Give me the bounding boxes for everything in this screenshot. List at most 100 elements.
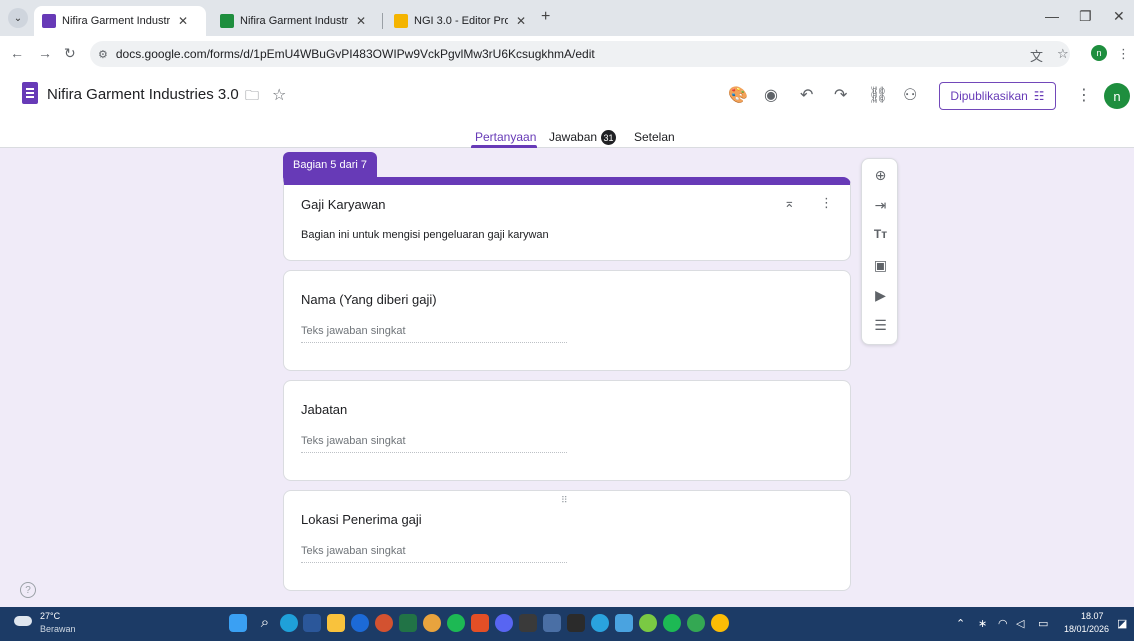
mail-icon[interactable]	[351, 614, 369, 632]
chrome-active-icon[interactable]	[711, 614, 729, 632]
drag-handle-icon[interactable]: ⠿	[561, 495, 569, 506]
wifi-icon[interactable]: ◠	[998, 617, 1008, 630]
windows-taskbar: 27°C Berawan ⌕ ⌃ ∗ ◠ ◁ ▭ 18.07 18/01/202…	[0, 607, 1134, 641]
edge-icon[interactable]	[280, 614, 298, 632]
telegram-icon[interactable]	[591, 614, 609, 632]
battery-icon[interactable]: ▭	[1038, 617, 1048, 630]
url-text: docs.google.com/forms/d/1pEmU4WBuGvPI483…	[115, 47, 595, 61]
file-explorer-icon[interactable]	[327, 614, 345, 632]
forward-icon[interactable]: →	[38, 45, 52, 61]
add-title-icon[interactable]: Tт	[862, 227, 899, 241]
browser-tab-sheets[interactable]: Nifira Garment Industries 3.0 - ✕	[212, 6, 380, 36]
link-icon[interactable]: ⛓	[868, 85, 888, 105]
browser-toolbar: ← → ↻ ⚙ docs.google.com/forms/d/1pEmU4WB…	[0, 36, 1134, 72]
add-question-icon[interactable]: ⊕	[862, 167, 899, 184]
close-tab-icon[interactable]: ✕	[178, 14, 188, 28]
search-icon[interactable]: ⌕	[256, 614, 274, 632]
form-title[interactable]: Nifira Garment Industries 3.0	[47, 86, 239, 103]
google-forms-favicon-icon	[42, 14, 56, 28]
responses-count-badge: 31	[601, 130, 617, 146]
start-icon[interactable]	[229, 614, 247, 632]
floating-toolbar: ⊕ ⇥ Tт ▣ ▶ ☰	[861, 158, 898, 345]
back-icon[interactable]: ←	[10, 45, 24, 61]
app-icon[interactable]	[471, 614, 489, 632]
spotify-icon[interactable]	[447, 614, 465, 632]
section-badge: Bagian 5 dari 7	[283, 152, 377, 178]
weather-temperature[interactable]: 27°C	[40, 611, 60, 621]
excel-icon[interactable]	[399, 614, 417, 632]
epic-games-icon[interactable]	[519, 614, 537, 632]
restore-icon[interactable]: ❐	[1079, 8, 1092, 25]
tab-title: NGI 3.0 - Editor Project - Apps	[414, 15, 508, 27]
steam-icon[interactable]	[543, 614, 561, 632]
active-tab-indicator	[471, 145, 537, 148]
question-card[interactable]: Nama (Yang diberi gaji) Teks jawaban sin…	[283, 270, 851, 371]
tab-responses-label: Jawaban	[549, 130, 598, 144]
chrome-icon[interactable]	[687, 614, 705, 632]
bookmark-star-icon[interactable]: ☆	[1057, 46, 1069, 62]
powerpoint-icon[interactable]	[375, 614, 393, 632]
more-options-icon[interactable]: ⋮	[1076, 85, 1092, 105]
browser-tab-forms[interactable]: Nifira Garment Industries 3.0 - ✕	[34, 6, 206, 36]
add-section-icon[interactable]: ☰	[862, 317, 899, 334]
section-description[interactable]: Bagian ini untuk mengisi pengeluaran gaj…	[301, 229, 549, 241]
redo-icon[interactable]: ↷	[834, 85, 847, 105]
browser-profile-avatar[interactable]: n	[1091, 45, 1107, 61]
published-button[interactable]: Dipublikasikan ☷	[939, 82, 1056, 110]
section-more-icon[interactable]: ⋮	[820, 195, 833, 211]
weather-condition[interactable]: Berawan	[40, 624, 76, 634]
spotify-icon[interactable]	[663, 614, 681, 632]
app-icon[interactable]	[567, 614, 585, 632]
account-avatar[interactable]: n	[1104, 83, 1130, 109]
star-icon[interactable]: ☆	[272, 85, 286, 105]
reload-icon[interactable]: ↻	[64, 45, 76, 62]
app-icon[interactable]	[639, 614, 657, 632]
help-icon[interactable]: ?	[20, 582, 36, 598]
add-video-icon[interactable]: ▶	[862, 287, 899, 304]
volume-icon[interactable]: ◁	[1016, 617, 1024, 630]
translate-icon[interactable]: 文	[1030, 46, 1043, 65]
site-info-icon[interactable]: ⚙	[98, 48, 108, 61]
address-bar[interactable]: ⚙ docs.google.com/forms/d/1pEmU4WBuGvPI4…	[90, 41, 1070, 67]
tab-separator	[382, 13, 383, 29]
notifications-icon[interactable]: ◪	[1117, 617, 1127, 630]
question-card[interactable]: Jabatan Teks jawaban singkat	[283, 380, 851, 481]
word-icon[interactable]	[303, 614, 321, 632]
question-title[interactable]: Lokasi Penerima gaji	[301, 512, 422, 527]
chrome-alt-icon[interactable]	[423, 614, 441, 632]
tab-responses[interactable]: Jawaban 31	[549, 130, 617, 146]
discord-icon[interactable]	[495, 614, 513, 632]
close-window-icon[interactable]: ✕	[1113, 8, 1125, 25]
close-tab-icon[interactable]: ✕	[516, 14, 526, 28]
clock-time[interactable]: 18.07	[1081, 611, 1104, 621]
section-title[interactable]: Gaji Karyawan	[301, 197, 386, 212]
palette-icon[interactable]: 🎨	[728, 85, 748, 105]
preview-eye-icon[interactable]: ◉	[764, 85, 778, 105]
question-title[interactable]: Jabatan	[301, 402, 347, 417]
browser-menu-icon[interactable]: ⋮	[1117, 46, 1130, 62]
forms-header: Nifira Garment Industries 3.0 🗀 ☆ 🎨 ◉ ↶ …	[0, 72, 1134, 148]
collapse-section-icon[interactable]: ⌅	[784, 195, 795, 211]
cloud-icon[interactable]	[14, 616, 32, 626]
close-tab-icon[interactable]: ✕	[356, 14, 366, 28]
photos-icon[interactable]	[615, 614, 633, 632]
folder-icon[interactable]: 🗀	[245, 85, 259, 109]
import-questions-icon[interactable]: ⇥	[862, 197, 899, 214]
minimize-icon[interactable]: —	[1045, 8, 1059, 24]
show-hidden-icons-icon[interactable]: ⌃	[956, 617, 965, 630]
add-image-icon[interactable]: ▣	[862, 257, 899, 274]
question-title[interactable]: Nama (Yang diberi gaji)	[301, 292, 437, 307]
add-collaborator-icon[interactable]: ⚇	[903, 85, 917, 105]
tab-settings[interactable]: Setelan	[634, 130, 675, 144]
section-header-card[interactable]: Gaji Karyawan Bagian ini untuk mengisi p…	[283, 177, 851, 261]
bluetooth-icon[interactable]: ∗	[978, 617, 987, 630]
question-card[interactable]: ⠿ Lokasi Penerima gaji Teks jawaban sing…	[283, 490, 851, 591]
short-answer-placeholder: Teks jawaban singkat	[301, 545, 567, 563]
new-tab-icon[interactable]: +	[541, 8, 550, 26]
clock-date[interactable]: 18/01/2026	[1064, 624, 1109, 634]
forms-logo-icon[interactable]	[22, 82, 38, 104]
undo-icon[interactable]: ↶	[800, 85, 813, 105]
tab-questions[interactable]: Pertanyaan	[475, 130, 536, 144]
browser-tab-apps-script[interactable]: NGI 3.0 - Editor Project - Apps ✕	[386, 6, 536, 36]
tab-search-icon[interactable]: ⌄	[8, 8, 28, 28]
